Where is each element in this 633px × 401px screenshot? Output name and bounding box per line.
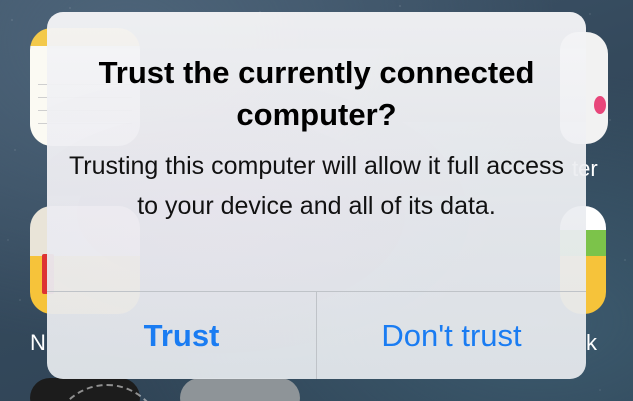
app-label-fragment: k [586, 330, 597, 355]
alert-actions: Trust Don't trust [47, 291, 586, 379]
compass-app-icon[interactable] [30, 378, 164, 401]
alert-body: Trust the currently connected computer? … [47, 12, 586, 291]
dont-trust-button[interactable]: Don't trust [317, 292, 586, 379]
trust-button[interactable]: Trust [47, 292, 316, 379]
alert-title: Trust the currently connected computer? [98, 55, 535, 132]
alert-message: Trusting this computer will allow it ful… [68, 152, 565, 220]
trust-computer-alert: Trust the currently connected computer? … [47, 12, 586, 379]
app-label-fragment: N [30, 330, 46, 355]
settings-app-icon[interactable] [180, 378, 300, 401]
